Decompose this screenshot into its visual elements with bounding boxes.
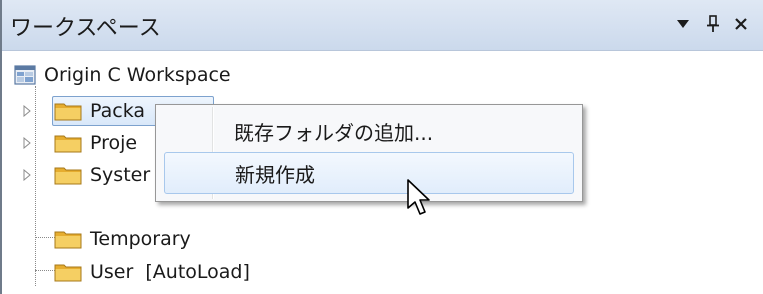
folder-icon	[54, 262, 82, 282]
tree-root-label: Origin C Workspace	[44, 64, 231, 86]
tree-item-label: Temporary	[90, 228, 191, 250]
folder-icon	[54, 101, 82, 121]
menu-item-new[interactable]: 新規作成	[164, 152, 574, 194]
dropdown-icon[interactable]	[672, 12, 694, 36]
workspace-panel: ワークスペース Origin C Workspace Packa Proje S…	[0, 0, 763, 294]
expand-arrow-icon[interactable]	[22, 164, 34, 186]
menu-item-label: 既存フォルダの追加...	[234, 120, 434, 145]
mouse-cursor-icon	[406, 178, 432, 218]
tree-item-label: Proje	[90, 132, 138, 154]
workspace-icon	[14, 64, 36, 86]
tree-item-system[interactable]: Syster	[22, 160, 150, 190]
tree-connector-line	[35, 237, 55, 238]
pin-icon[interactable]	[702, 12, 724, 36]
panel-title: ワークスペース	[10, 16, 161, 41]
panel-title-bar[interactable]: ワークスペース	[2, 0, 763, 51]
tree-connector-line	[35, 270, 55, 271]
tree-item-label: Syster	[90, 164, 151, 186]
folder-icon	[54, 229, 82, 249]
folder-icon	[54, 133, 82, 153]
close-icon[interactable]	[730, 12, 752, 36]
tree-root-workspace[interactable]: Origin C Workspace	[14, 60, 231, 90]
tree-item-label: Packa	[90, 100, 146, 122]
context-menu: 既存フォルダの追加... 新規作成	[155, 104, 583, 202]
tree-item-project[interactable]: Proje	[22, 128, 137, 158]
tree-item-user-autoload[interactable]: User [AutoLoad]	[54, 257, 250, 287]
expand-arrow-icon[interactable]	[22, 132, 34, 154]
expand-arrow-icon[interactable]	[22, 100, 34, 122]
menu-item-add-existing-folder[interactable]: 既存フォルダの追加...	[164, 110, 574, 152]
tree-item-temporary[interactable]: Temporary	[54, 224, 191, 254]
tree-item-packages[interactable]: Packa	[22, 96, 145, 126]
tree-item-label: User [AutoLoad]	[90, 261, 250, 283]
folder-icon	[54, 165, 82, 185]
menu-item-label: 新規作成	[235, 162, 315, 187]
